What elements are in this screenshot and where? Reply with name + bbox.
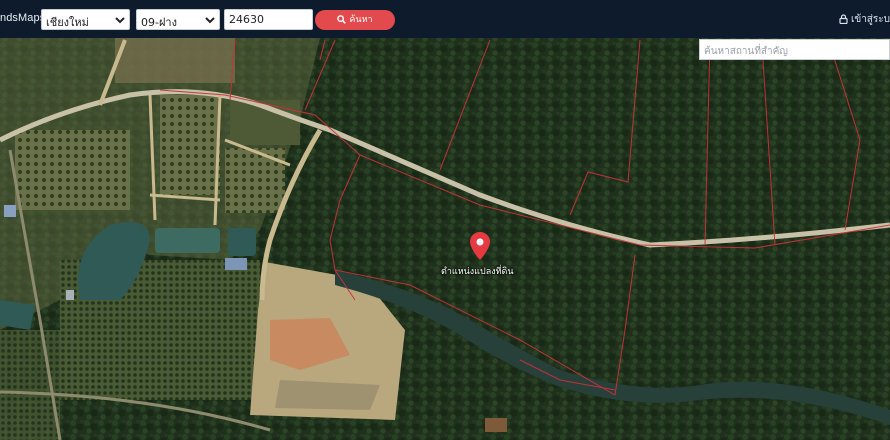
search-button[interactable]: ค้นหา	[315, 10, 395, 30]
marker-label: ตำแหน่งแปลงที่ดิน	[441, 267, 514, 277]
lock-icon	[839, 14, 848, 25]
top-navbar: ndsMaps เชียงใหม่ 09-ฝาง 24630 ค้นหา เข้…	[0, 0, 890, 38]
login-link-label: เข้าสู่ระบ	[850, 14, 890, 25]
search-button-label: ค้นหา	[349, 15, 373, 25]
chevron-down-icon	[205, 17, 215, 24]
deed-number-value: 24630	[229, 13, 264, 26]
district-select-value: 09-ฝาง	[141, 16, 177, 29]
province-select[interactable]: เชียงใหม่	[41, 9, 130, 30]
search-icon	[337, 15, 347, 24]
map-pin-icon[interactable]	[470, 232, 490, 264]
deed-number-input[interactable]: 24630	[224, 9, 313, 30]
place-search-placeholder: ค้นหาสถานที่สำคัญ	[704, 46, 788, 57]
chevron-down-icon	[115, 17, 125, 24]
brand-logo-text[interactable]: ndsMaps	[0, 12, 45, 24]
place-search-input[interactable]: ค้นหาสถานที่สำคัญ	[699, 39, 890, 60]
orchard-plot	[160, 95, 220, 195]
province-select-value: เชียงใหม่	[46, 16, 89, 29]
building	[225, 258, 247, 270]
satellite-map[interactable]	[0, 38, 890, 440]
login-link[interactable]: เข้าสู่ระบ	[839, 12, 890, 27]
district-select[interactable]: 09-ฝาง	[136, 9, 220, 30]
